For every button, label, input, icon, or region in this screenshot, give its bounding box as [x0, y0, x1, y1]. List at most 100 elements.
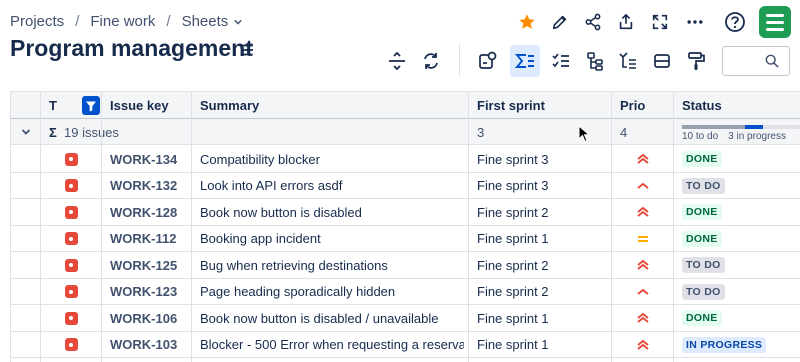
share-icon[interactable]: [580, 8, 606, 36]
filter-icon[interactable]: [82, 96, 100, 115]
issue-type-cell: [41, 146, 101, 172]
search-input[interactable]: [727, 51, 765, 71]
priority-highest-icon[interactable]: [612, 252, 674, 278]
status-counts: 10 to do 3 in progress: [682, 131, 800, 142]
status-badge: DONE: [682, 310, 722, 326]
issue-sprint[interactable]: Fine sprint 1: [477, 305, 549, 331]
issue-key[interactable]: WORK-106: [110, 305, 177, 331]
table-row[interactable]: WORK-103 Blocker - 500 Error when request…: [10, 331, 800, 358]
issue-summary[interactable]: Bug when retrieving destinations: [200, 252, 464, 278]
breadcrumb-projects[interactable]: Projects: [10, 13, 64, 30]
issue-key[interactable]: WORK-125: [110, 252, 177, 278]
status-cell[interactable]: IN PROGRESS: [682, 332, 767, 358]
breadcrumb-separator: /: [166, 13, 171, 30]
issue-type-cell: [41, 332, 101, 358]
issue-sprint[interactable]: Fine sprint 3: [477, 173, 549, 199]
issue-sprint[interactable]: Fine sprint 3: [477, 146, 549, 172]
chevron-down-icon[interactable]: [234, 18, 242, 26]
help-icon[interactable]: [722, 8, 748, 36]
table-row[interactable]: WORK-106 Book now button is disabled / un…: [10, 305, 800, 332]
status-cell[interactable]: TO DO: [682, 252, 725, 278]
table-row[interactable]: WORK-134 Compatibility blocker Fine sprint…: [10, 146, 800, 173]
issue-key[interactable]: WORK-134: [110, 146, 177, 172]
status-badge: IN PROGRESS: [682, 336, 767, 353]
table-row[interactable]: WORK-128 Book now button is disabled Fine …: [10, 199, 800, 226]
filter-list-icon[interactable]: [613, 45, 643, 77]
header-issue-key-label: Issue key: [110, 97, 169, 113]
header-first-sprint-label: First sprint: [477, 97, 545, 113]
issue-summary[interactable]: Book now button is disabled: [200, 199, 464, 225]
status-cell[interactable]: DONE: [682, 199, 722, 225]
header-summary[interactable]: Summary: [192, 92, 469, 119]
status-cell[interactable]: DONE: [682, 305, 722, 331]
checklist-icon[interactable]: [546, 45, 576, 77]
issue-sprint[interactable]: Fine sprint 1: [477, 332, 549, 358]
table-row[interactable]: WORK-112 Booking app incident Fine sprint …: [10, 225, 800, 252]
hierarchy-view-icon[interactable]: [473, 45, 503, 77]
issue-sprint[interactable]: Fine sprint 2: [477, 199, 549, 225]
header-issue-key[interactable]: Issue key: [102, 92, 192, 119]
status-cell[interactable]: DONE: [682, 226, 722, 252]
breadcrumb-separator: /: [75, 13, 80, 30]
app-logo[interactable]: [759, 6, 791, 38]
issue-type-cell: [41, 252, 101, 278]
issue-key[interactable]: WORK-112: [110, 226, 176, 252]
table-row[interactable]: WORK-132 Look into API errors asdf Fine sp…: [10, 172, 800, 199]
issue-summary[interactable]: Page heading sporadically hidden: [200, 279, 464, 305]
header-priority[interactable]: Prio: [612, 92, 674, 119]
priority-highest-icon[interactable]: [612, 305, 674, 331]
refresh-icon[interactable]: [416, 45, 446, 77]
issue-sprint[interactable]: Fine sprint 2: [477, 252, 549, 278]
priority-high-icon[interactable]: [612, 173, 674, 199]
tree-icon[interactable]: [580, 45, 610, 77]
priority-highest-icon[interactable]: [612, 332, 674, 358]
issue-key[interactable]: WORK-103: [110, 332, 177, 358]
issue-summary[interactable]: Booking app incident: [200, 226, 464, 252]
priority-high-icon[interactable]: [612, 279, 674, 305]
priority-medium-icon[interactable]: [612, 226, 674, 252]
table-row[interactable]: WORK-123 Page heading sporadically hidden…: [10, 278, 800, 305]
collapse-toggle[interactable]: [10, 119, 41, 145]
bug-icon: [64, 232, 78, 245]
issue-summary[interactable]: Compatibility blocker: [200, 146, 464, 172]
export-icon[interactable]: [613, 8, 639, 36]
issue-key[interactable]: WORK-123: [110, 279, 177, 305]
card-view-icon[interactable]: [647, 45, 677, 77]
breadcrumb-sheets[interactable]: Sheets: [182, 13, 229, 30]
todo-count: 10 to do: [682, 131, 719, 142]
issue-type-cell: [41, 305, 101, 331]
priority-count: 4: [620, 124, 628, 140]
search-field[interactable]: [722, 46, 790, 76]
format-paint-icon[interactable]: [681, 45, 711, 77]
bug-icon: [64, 179, 78, 192]
toolbar-divider: [459, 44, 460, 76]
summary-icon[interactable]: [510, 45, 540, 77]
status-badge: DONE: [682, 151, 722, 167]
status-cell[interactable]: TO DO: [682, 279, 725, 305]
status-cell[interactable]: DONE: [682, 146, 722, 172]
more-icon[interactable]: [682, 8, 708, 36]
search-icon[interactable]: [765, 54, 779, 68]
status-cell[interactable]: TO DO: [682, 173, 725, 199]
edit-icon[interactable]: [547, 8, 573, 36]
issue-sprint[interactable]: Fine sprint 1: [477, 226, 549, 252]
row-height-icon[interactable]: [382, 45, 412, 77]
issue-key[interactable]: WORK-132: [110, 173, 177, 199]
issue-key[interactable]: WORK-128: [110, 199, 177, 225]
star-icon[interactable]: [514, 8, 540, 36]
priority-highest-icon[interactable]: [612, 199, 674, 225]
priority-highest-icon[interactable]: [612, 146, 674, 172]
fullscreen-icon[interactable]: [647, 8, 673, 36]
issue-sprint[interactable]: Fine sprint 2: [477, 279, 549, 305]
header-first-sprint[interactable]: First sprint: [469, 92, 612, 119]
issue-summary[interactable]: Blocker - 500 Error when requesting a re…: [200, 332, 464, 358]
issue-summary[interactable]: Look into API errors asdf: [200, 173, 464, 199]
breadcrumb-fine-work[interactable]: Fine work: [90, 13, 155, 30]
header-status[interactable]: Status: [674, 92, 800, 119]
issue-summary[interactable]: Book now button is disabled / unavailabl…: [200, 305, 464, 331]
menu-icon[interactable]: [240, 44, 254, 56]
sigma-icon: Σ: [49, 124, 57, 140]
grid-header-corner: [10, 92, 41, 119]
sprint-count: 3: [477, 124, 485, 140]
table-row[interactable]: WORK-125 Bug when retrieving destinations…: [10, 252, 800, 279]
